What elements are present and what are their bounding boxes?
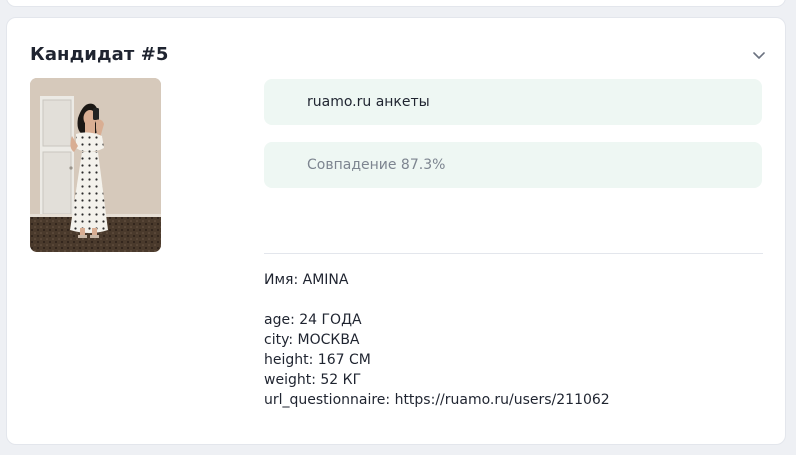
detail-url[interactable]: url_questionnaire: https://ruamo.ru/user… [264, 390, 610, 410]
source-badge: ruamo.ru анкеты [264, 79, 762, 125]
card-title: Кандидат #5 [30, 44, 169, 65]
detail-spacer [264, 290, 610, 310]
divider [264, 253, 763, 254]
match-score-badge: Совпадение 87.3% [264, 142, 762, 188]
detail-name: Имя: AMINA [264, 272, 349, 288]
detail-height: height: 167 СМ [264, 352, 371, 368]
candidate-photo[interactable] [30, 78, 161, 252]
previous-card [6, 0, 786, 7]
candidate-details: Имя: AMINA age: 24 ГОДА city: МОСКВА hei… [264, 270, 610, 410]
detail-weight: weight: 52 КГ [264, 372, 362, 388]
detail-age: age: 24 ГОДА [264, 312, 362, 328]
candidate-card: Кандидат #5 ruamo.ru анкеты Совпадение 8… [6, 17, 786, 445]
chevron-down-icon[interactable] [750, 46, 768, 64]
detail-city: city: МОСКВА [264, 332, 360, 348]
